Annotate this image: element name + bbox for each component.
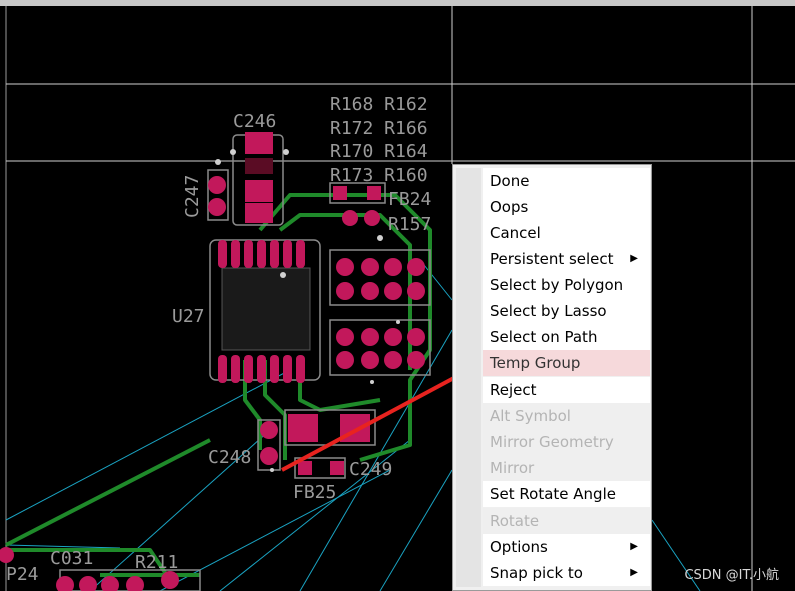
watermark: CSDN @IT.小航 [684, 568, 779, 583]
pcb-canvas[interactable]: C246 C247 U27 C248 C249 FB24 FB25 R157 R… [0, 0, 795, 591]
context-menu: Done Oops Cancel Persistent select ▶ Sele… [452, 164, 652, 591]
menu-item-rotate: Rotate [483, 508, 650, 534]
label-r211: R211 [135, 552, 178, 573]
label-r168-r162: R168 R162 [330, 94, 428, 115]
label-c247: C247 [182, 175, 203, 218]
window-frame-top [0, 0, 795, 6]
label-r172-r166: R172 R166 [330, 118, 428, 139]
menu-item-mirror: Mirror [483, 455, 650, 481]
menu-item-select-by-lasso[interactable]: Select by Lasso [483, 298, 650, 324]
menu-item-mirror-geometry: Mirror Geometry [483, 429, 650, 455]
menu-item-temp-group[interactable]: Temp Group [483, 350, 650, 376]
label-r157: R157 [388, 214, 431, 235]
menu-item-options[interactable]: Options ▶ [483, 534, 650, 560]
label-fb25: FB25 [293, 482, 336, 503]
menu-item-snap-pick-to[interactable]: Snap pick to ▶ [483, 560, 650, 586]
label-fb24: FB24 [388, 189, 431, 210]
label-c031: C031 [50, 548, 93, 569]
label-p24: P24 [6, 564, 39, 585]
submenu-arrow-icon: ▶ [630, 253, 638, 264]
menu-item-cancel[interactable]: Cancel [483, 220, 650, 246]
label-r170-r164: R170 R164 [330, 141, 428, 162]
menu-item-set-rotate-angle[interactable]: Set Rotate Angle [483, 481, 650, 507]
menu-item-alt-symbol: Alt Symbol [483, 403, 650, 429]
label-c246: C246 [233, 111, 276, 132]
submenu-arrow-icon: ▶ [630, 541, 638, 552]
label-r173-r160: R173 R160 [330, 165, 428, 186]
menu-item-select-on-path[interactable]: Select on Path [483, 324, 650, 350]
label-c249: C249 [349, 459, 392, 480]
menu-item-oops[interactable]: Oops [483, 194, 650, 220]
label-u27: U27 [172, 306, 205, 327]
label-c248: C248 [208, 447, 251, 468]
submenu-arrow-icon: ▶ [630, 567, 638, 578]
u27-body [221, 267, 311, 351]
menu-item-persistent-select[interactable]: Persistent select ▶ [483, 246, 650, 272]
context-menu-icon-gutter [456, 168, 481, 587]
menu-item-done[interactable]: Done [483, 168, 650, 194]
menu-item-select-by-polygon[interactable]: Select by Polygon [483, 272, 650, 298]
menu-item-reject[interactable]: Reject [483, 377, 650, 403]
